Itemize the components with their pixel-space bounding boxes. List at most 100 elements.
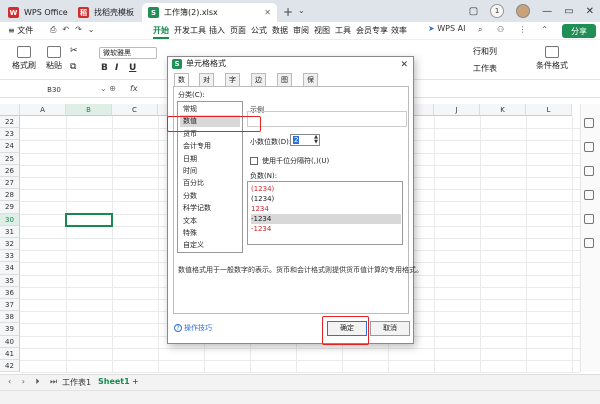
tab-template[interactable]: 稻 找稻壳模板 xyxy=(72,3,140,22)
menu-efficiency[interactable]: 效率 xyxy=(391,25,407,36)
menu-formula[interactable]: 公式 xyxy=(251,25,267,36)
row-header-37[interactable]: 37 xyxy=(0,299,20,312)
tab-number[interactable]: 数字 xyxy=(174,73,189,96)
italic-button[interactable]: I xyxy=(115,63,118,73)
tab-pattern[interactable]: 图案 xyxy=(277,73,292,96)
category-item[interactable]: 日期 xyxy=(180,153,240,165)
wps-ai-button[interactable]: ➤ WPS AI xyxy=(428,24,465,33)
maximize-icon[interactable]: ▭ xyxy=(564,6,573,17)
row-header-42[interactable]: 42 xyxy=(0,360,20,373)
category-item[interactable]: 会计专用 xyxy=(180,140,240,152)
row-header-26[interactable]: 26 xyxy=(0,164,20,177)
spinner-arrows-icon[interactable]: ▲ ▼ xyxy=(314,135,318,145)
negative-format-item[interactable]: -1234 xyxy=(251,224,401,234)
menu-tools[interactable]: 工具 xyxy=(335,25,351,36)
tab-wps-office[interactable]: W WPS Office xyxy=(2,3,74,22)
fx-icon[interactable]: fx xyxy=(130,84,138,93)
decimal-places-spinner[interactable]: 2 ▲ ▼ xyxy=(290,134,320,146)
row-header-41[interactable]: 41 xyxy=(0,347,20,360)
category-item[interactable]: 科学记数 xyxy=(180,202,240,214)
selected-cell[interactable] xyxy=(65,212,113,227)
thousands-separator-checkbox[interactable] xyxy=(250,157,258,165)
row-header-22[interactable]: 22 xyxy=(0,116,20,129)
cut-icon[interactable]: ✂ xyxy=(70,46,78,56)
row-header-28[interactable]: 28 xyxy=(0,189,20,202)
side-panel-icon[interactable] xyxy=(584,142,594,152)
close-icon[interactable]: ✕ xyxy=(264,8,271,17)
row-header-38[interactable]: 38 xyxy=(0,311,20,324)
sheet-tab-1[interactable]: 工作表1 xyxy=(62,377,91,388)
column-header-A[interactable]: A xyxy=(20,104,66,116)
avatar[interactable] xyxy=(516,4,531,18)
column-header-C[interactable]: C xyxy=(112,104,158,116)
share-button[interactable]: 分享 xyxy=(562,24,596,38)
minimize-icon[interactable]: — xyxy=(542,6,552,17)
sheet-nav-icons[interactable]: ‹ › ⏵ ⏭ xyxy=(8,377,61,387)
menu-membership[interactable]: 会员专享 xyxy=(356,25,388,36)
tab-border[interactable]: 边框 xyxy=(251,73,266,96)
tab-workbook[interactable]: S 工作簿(2).xlsx ✕ xyxy=(142,3,277,22)
menu-devtools[interactable]: 开发工具 xyxy=(174,25,206,36)
category-item[interactable]: 时间 xyxy=(180,165,240,177)
category-item[interactable]: 常规 xyxy=(180,103,240,115)
cancel-button[interactable]: 取消 xyxy=(370,321,410,336)
new-tab-button[interactable]: + xyxy=(283,5,293,19)
row-header-27[interactable]: 27 xyxy=(0,177,20,190)
menu-review[interactable]: 审阅 xyxy=(293,25,309,36)
side-panel-icon[interactable] xyxy=(584,118,594,128)
row-header-24[interactable]: 24 xyxy=(0,140,20,153)
menu-home[interactable]: 开始 xyxy=(153,25,169,39)
category-item[interactable]: 分数 xyxy=(180,190,240,202)
negative-format-item[interactable]: -1234 xyxy=(251,214,401,224)
negative-format-item[interactable]: 1234 xyxy=(251,204,401,214)
column-header-K[interactable]: K xyxy=(480,104,526,116)
row-header-34[interactable]: 34 xyxy=(0,262,20,275)
category-item[interactable]: 自定义 xyxy=(180,239,240,251)
tab-protection[interactable]: 保护 xyxy=(303,73,318,96)
negative-numbers-list[interactable]: (1234) (1234) 1234 -1234 -1234 xyxy=(247,181,403,245)
select-all-corner[interactable] xyxy=(0,104,20,116)
category-item[interactable]: 特殊 xyxy=(180,227,240,239)
column-header-L[interactable]: L xyxy=(526,104,572,116)
file-menu[interactable]: ≡ 文件 xyxy=(8,25,33,36)
row-header-31[interactable]: 31 xyxy=(0,225,20,238)
row-header-40[interactable]: 40 xyxy=(0,335,20,348)
paste-button[interactable]: 粘贴 xyxy=(46,46,62,71)
format-painter-button[interactable]: 格式刷 xyxy=(12,46,36,71)
underline-button[interactable]: U xyxy=(129,63,136,73)
side-panel-icon[interactable] xyxy=(584,214,594,224)
negative-format-item[interactable]: (1234) xyxy=(251,194,401,204)
category-item[interactable]: 文本 xyxy=(180,215,240,227)
menu-data[interactable]: 数据 xyxy=(272,25,288,36)
menu-view[interactable]: 视图 xyxy=(314,25,330,36)
row-header-36[interactable]: 36 xyxy=(0,286,20,299)
side-panel-icon[interactable] xyxy=(584,190,594,200)
rows-cols-button[interactable]: 行和列 xyxy=(473,46,497,57)
square-icon[interactable]: ▢ xyxy=(469,6,478,17)
menu-page[interactable]: 页面 xyxy=(230,25,246,36)
add-sheet-button[interactable]: + xyxy=(132,377,139,386)
side-panel-icon[interactable] xyxy=(584,238,594,248)
row-header-32[interactable]: 32 xyxy=(0,238,20,251)
column-header-B[interactable]: B xyxy=(66,104,112,116)
worksheet-button[interactable]: 工作表 xyxy=(473,63,497,74)
row-header-35[interactable]: 35 xyxy=(0,274,20,287)
row-header-33[interactable]: 33 xyxy=(0,250,20,263)
font-family-select[interactable]: 微软雅黑 xyxy=(99,47,157,59)
row-header-30[interactable]: 30 xyxy=(0,213,20,226)
row-header-25[interactable]: 25 xyxy=(0,152,20,165)
tab-alignment[interactable]: 对齐 xyxy=(199,73,214,96)
side-panel-icon[interactable] xyxy=(584,166,594,176)
category-item[interactable]: 百分比 xyxy=(180,177,240,189)
row-header-39[interactable]: 39 xyxy=(0,323,20,336)
row-header-23[interactable]: 23 xyxy=(0,128,20,141)
chevron-down-icon[interactable]: ⌄ xyxy=(298,6,305,15)
negative-format-item[interactable]: (1234) xyxy=(251,184,401,194)
sheet-tab-sheet1[interactable]: Sheet1 xyxy=(98,377,130,386)
notification-badge[interactable]: 1 xyxy=(490,4,505,18)
help-link[interactable]: ? 操作技巧 xyxy=(174,323,212,333)
bold-button[interactable]: B xyxy=(101,63,108,73)
conditional-format-button[interactable]: 条件格式 xyxy=(536,46,568,71)
copy-icon[interactable]: ⧉ xyxy=(70,62,76,72)
name-box[interactable]: B30 xyxy=(14,84,94,96)
